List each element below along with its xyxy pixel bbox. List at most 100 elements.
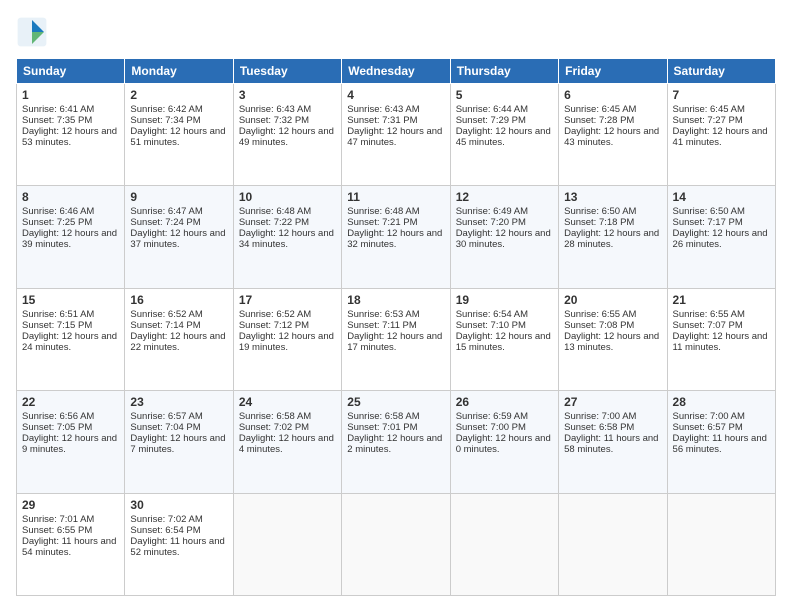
daylight-text: Daylight: 12 hours and 13 minutes. — [564, 331, 661, 353]
day-number: 3 — [239, 88, 336, 102]
sunset-text: Sunset: 7:32 PM — [239, 115, 336, 126]
sunrise-text: Sunrise: 6:41 AM — [22, 104, 119, 115]
day-cell: 26Sunrise: 6:59 AMSunset: 7:00 PMDayligh… — [450, 391, 558, 493]
sunrise-text: Sunrise: 6:58 AM — [347, 411, 444, 422]
day-header-saturday: Saturday — [667, 59, 775, 84]
daylight-text: Daylight: 12 hours and 47 minutes. — [347, 126, 444, 148]
day-number: 27 — [564, 395, 661, 409]
sunset-text: Sunset: 7:21 PM — [347, 217, 444, 228]
day-cell: 24Sunrise: 6:58 AMSunset: 7:02 PMDayligh… — [233, 391, 341, 493]
day-cell — [667, 493, 775, 595]
day-number: 5 — [456, 88, 553, 102]
day-cell: 28 Sunrise: 7:00 AMSunset: 6:57 PMDayligh… — [667, 391, 775, 493]
sunrise-text: Sunrise: 6:44 AM — [456, 104, 553, 115]
day-cell: 14Sunrise: 6:50 AMSunset: 7:17 PMDayligh… — [667, 186, 775, 288]
sunrise-text: Sunrise: 7:01 AM — [22, 514, 119, 525]
sunset-text: Sunset: 6:57 PM — [673, 422, 770, 433]
day-header-sunday: Sunday — [17, 59, 125, 84]
daylight-text: Daylight: 12 hours and 0 minutes. — [456, 433, 553, 455]
week-row-5: 29 Sunrise: 7:01 AMSunset: 6:55 PM Dayligh… — [17, 493, 776, 595]
day-cell: 19Sunrise: 6:54 AMSunset: 7:10 PMDayligh… — [450, 288, 558, 390]
day-number: 17 — [239, 293, 336, 307]
day-number: 30 — [130, 498, 227, 512]
daylight-text: Daylight: 12 hours and 51 minutes. — [130, 126, 227, 148]
day-cell: 21Sunrise: 6:55 AMSunset: 7:07 PMDayligh… — [667, 288, 775, 390]
day-number: 23 — [130, 395, 227, 409]
sunset-text: Sunset: 7:18 PM — [564, 217, 661, 228]
sunset-text: Sunset: 7:17 PM — [673, 217, 770, 228]
day-cell: 9 Sunrise: 6:47 AMSunset: 7:24 PMDaylight… — [125, 186, 233, 288]
sunrise-text: Sunrise: 7:00 AM — [673, 411, 770, 422]
sunset-text: Sunset: 7:24 PM — [130, 217, 227, 228]
daylight-text: Daylight: 12 hours and 22 minutes. — [130, 331, 227, 353]
sunrise-text: Sunrise: 6:49 AM — [456, 206, 553, 217]
sunset-text: Sunset: 7:04 PM — [130, 422, 227, 433]
sunset-text: Sunset: 7:28 PM — [564, 115, 661, 126]
daylight-text: Daylight: 11 hours and 52 minutes. — [130, 536, 227, 558]
sunrise-text: Sunrise: 6:56 AM — [22, 411, 119, 422]
day-number: 28 — [673, 395, 770, 409]
sunset-text: Sunset: 7:07 PM — [673, 320, 770, 331]
day-number: 24 — [239, 395, 336, 409]
daylight-text: Daylight: 12 hours and 43 minutes. — [564, 126, 661, 148]
week-row-4: 22Sunrise: 6:56 AMSunset: 7:05 PMDayligh… — [17, 391, 776, 493]
day-number: 2 — [130, 88, 227, 102]
sunset-text: Sunset: 6:58 PM — [564, 422, 661, 433]
day-number: 11 — [347, 190, 444, 204]
sunrise-text: Sunrise: 6:57 AM — [130, 411, 227, 422]
day-number: 21 — [673, 293, 770, 307]
sunrise-text: Sunrise: 6:47 AM — [130, 206, 227, 217]
day-number: 18 — [347, 293, 444, 307]
day-number: 22 — [22, 395, 119, 409]
sunrise-text: Sunrise: 6:43 AM — [347, 104, 444, 115]
day-header-wednesday: Wednesday — [342, 59, 450, 84]
sunset-text: Sunset: 7:35 PM — [22, 115, 119, 126]
daylight-text: Daylight: 12 hours and 37 minutes. — [130, 228, 227, 250]
sunset-text: Sunset: 7:15 PM — [22, 320, 119, 331]
daylight-text: Daylight: 12 hours and 15 minutes. — [456, 331, 553, 353]
daylight-text: Daylight: 12 hours and 45 minutes. — [456, 126, 553, 148]
sunset-text: Sunset: 6:55 PM — [22, 525, 119, 536]
day-number: 26 — [456, 395, 553, 409]
daylight-text: Daylight: 12 hours and 2 minutes. — [347, 433, 444, 455]
sunset-text: Sunset: 7:14 PM — [130, 320, 227, 331]
day-header-friday: Friday — [559, 59, 667, 84]
daylight-text: Daylight: 12 hours and 53 minutes. — [22, 126, 119, 148]
day-cell: 17Sunrise: 6:52 AMSunset: 7:12 PMDayligh… — [233, 288, 341, 390]
sunset-text: Sunset: 7:20 PM — [456, 217, 553, 228]
sunset-text: Sunset: 6:54 PM — [130, 525, 227, 536]
daylight-text: Daylight: 12 hours and 28 minutes. — [564, 228, 661, 250]
logo-icon — [16, 16, 48, 48]
sunrise-text: Sunrise: 6:54 AM — [456, 309, 553, 320]
logo — [16, 16, 52, 48]
day-number: 1 — [22, 88, 119, 102]
sunrise-text: Sunrise: 6:42 AM — [130, 104, 227, 115]
day-header-thursday: Thursday — [450, 59, 558, 84]
day-cell: 18Sunrise: 6:53 AMSunset: 7:11 PMDayligh… — [342, 288, 450, 390]
sunset-text: Sunset: 7:31 PM — [347, 115, 444, 126]
sunset-text: Sunset: 7:29 PM — [456, 115, 553, 126]
day-number: 20 — [564, 293, 661, 307]
day-number: 8 — [22, 190, 119, 204]
daylight-text: Daylight: 11 hours and 56 minutes. — [673, 433, 770, 455]
daylight-text: Daylight: 12 hours and 32 minutes. — [347, 228, 444, 250]
sunset-text: Sunset: 7:08 PM — [564, 320, 661, 331]
day-cell: 1 Sunrise: 6:41 AMSunset: 7:35 PMDaylight… — [17, 84, 125, 186]
sunset-text: Sunset: 7:12 PM — [239, 320, 336, 331]
sunset-text: Sunset: 7:27 PM — [673, 115, 770, 126]
sunrise-text: Sunrise: 6:45 AM — [564, 104, 661, 115]
sunrise-text: Sunrise: 6:55 AM — [673, 309, 770, 320]
daylight-text: Daylight: 12 hours and 49 minutes. — [239, 126, 336, 148]
sunset-text: Sunset: 7:25 PM — [22, 217, 119, 228]
day-number: 9 — [130, 190, 227, 204]
daylight-text: Daylight: 12 hours and 7 minutes. — [130, 433, 227, 455]
daylight-text: Daylight: 12 hours and 26 minutes. — [673, 228, 770, 250]
day-header-monday: Monday — [125, 59, 233, 84]
day-cell — [559, 493, 667, 595]
daylight-text: Daylight: 12 hours and 39 minutes. — [22, 228, 119, 250]
day-number: 29 — [22, 498, 119, 512]
sunset-text: Sunset: 7:34 PM — [130, 115, 227, 126]
sunrise-text: Sunrise: 7:00 AM — [564, 411, 661, 422]
daylight-text: Daylight: 12 hours and 30 minutes. — [456, 228, 553, 250]
day-number: 19 — [456, 293, 553, 307]
